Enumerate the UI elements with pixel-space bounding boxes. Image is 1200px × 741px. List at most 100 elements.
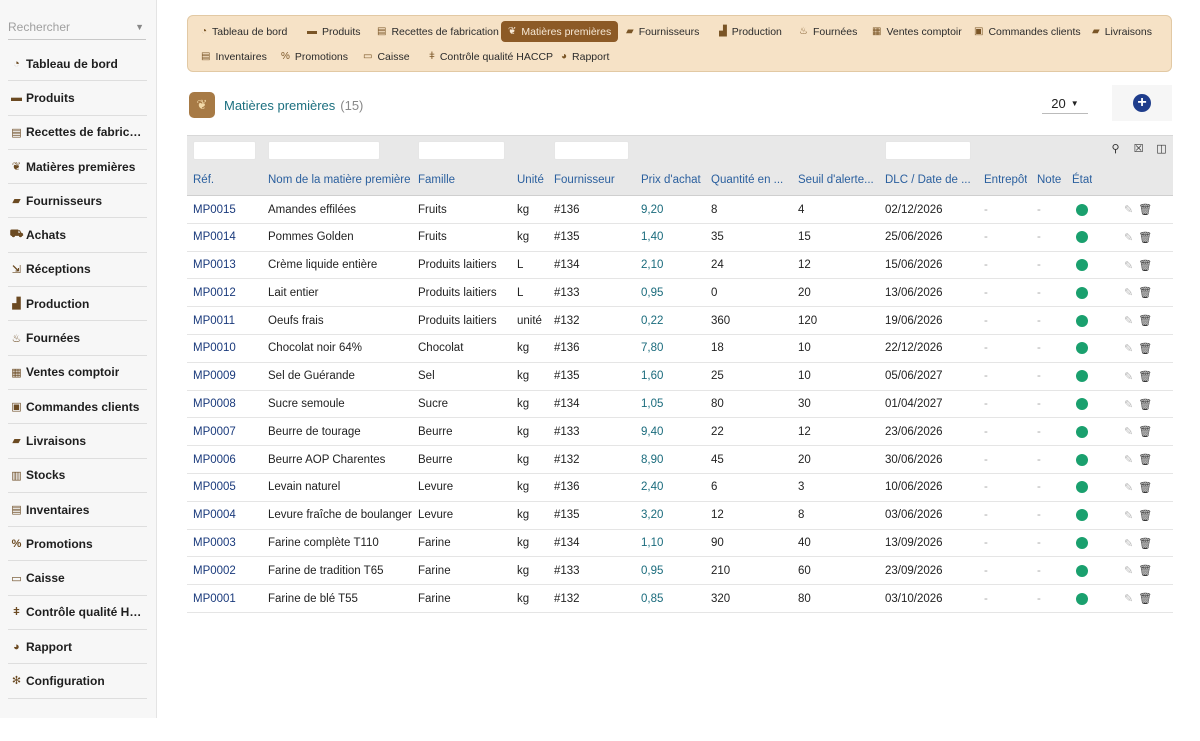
cell-purchase-price[interactable]: 0,95 (641, 279, 663, 306)
table-row[interactable]: MP0007 Beurre de tourage Beurre kg #133 9,40 2… (187, 418, 1173, 447)
tab-clipboard[interactable]: ▣ Commandes clients (967, 21, 1088, 42)
tab-seedling[interactable]: ❦ Matières premières (501, 21, 619, 42)
tab-clipboard-list[interactable]: ▤ Inventaires (194, 46, 274, 67)
cell-ref-link[interactable]: MP0003 (193, 530, 236, 557)
chevron-down-icon[interactable]: ▼ (135, 22, 144, 32)
filter-input-3[interactable] (554, 141, 629, 160)
filter-input-2[interactable] (418, 141, 505, 160)
trash-icon[interactable]: 🗑 (1138, 425, 1152, 438)
trash-icon[interactable]: 🗑 (1138, 509, 1152, 522)
edit-icon[interactable]: ✎ (1124, 203, 1133, 216)
trash-icon[interactable]: 🗑 (1138, 537, 1152, 550)
column-header[interactable]: Famille (418, 164, 455, 196)
trash-icon[interactable]: 🗑 (1138, 231, 1152, 244)
search-box[interactable]: ▼ (8, 14, 146, 40)
sidebar-item-fire[interactable]: ♨ Fournées (8, 321, 147, 356)
cell-ref-link[interactable]: MP0005 (193, 474, 236, 501)
trash-icon[interactable]: 🗑 (1138, 370, 1152, 383)
tab-thermometer[interactable]: ǂ Contrôle qualité HACCP (422, 46, 560, 67)
add-button[interactable]: + (1112, 85, 1172, 121)
edit-icon[interactable]: ✎ (1124, 564, 1133, 577)
sidebar-item-cart[interactable]: ⛟ Achats (8, 218, 147, 253)
sidebar-item-money[interactable]: ▭ Caisse (8, 561, 147, 596)
tab-percent[interactable]: % Promotions (274, 46, 355, 67)
column-header[interactable]: Nom de la matière première (268, 164, 411, 196)
tab-truck[interactable]: ▰ Fournisseurs (619, 21, 706, 42)
sidebar-item-cash-register[interactable]: ▦ Ventes comptoir (8, 356, 147, 390)
trash-icon[interactable]: 🗑 (1138, 481, 1152, 494)
table-row[interactable]: MP0003 Farine complète T110 Farine kg #134 1,… (187, 530, 1173, 558)
column-header[interactable]: Note (1037, 164, 1061, 196)
cell-purchase-price[interactable]: 1,10 (641, 530, 663, 557)
cell-ref-link[interactable]: MP0001 (193, 585, 236, 612)
sidebar-item-pie-chart[interactable]: ◕ Rapport (8, 630, 147, 665)
cell-purchase-price[interactable]: 1,05 (641, 391, 663, 418)
edit-icon[interactable]: ✎ (1124, 342, 1133, 355)
cell-ref-link[interactable]: MP0013 (193, 252, 236, 279)
tab-cash-register[interactable]: ▦ Ventes comptoir (865, 21, 969, 42)
edit-icon[interactable]: ✎ (1124, 286, 1133, 299)
cell-purchase-price[interactable]: 0,22 (641, 307, 663, 334)
cell-ref-link[interactable]: MP0008 (193, 391, 236, 418)
trash-icon[interactable]: 🗑 (1138, 453, 1152, 466)
search-input[interactable] (8, 19, 118, 34)
column-header[interactable]: État (1072, 164, 1092, 196)
trash-icon[interactable]: 🗑 (1138, 314, 1152, 327)
cell-ref-link[interactable]: MP0011 (193, 307, 235, 334)
cell-ref-link[interactable]: MP0002 (193, 557, 236, 584)
cell-ref-link[interactable]: MP0004 (193, 502, 236, 529)
cell-ref-link[interactable]: MP0014 (193, 224, 236, 251)
cell-ref-link[interactable]: MP0015 (193, 196, 236, 223)
edit-icon[interactable]: ✎ (1124, 509, 1133, 522)
table-row[interactable]: MP0009 Sel de Guérande Sel kg #135 1,60 25 10 05… (187, 363, 1173, 391)
cell-purchase-price[interactable]: 3,20 (641, 502, 663, 529)
table-row[interactable]: MP0006 Beurre AOP Charentes Beurre kg #132 8,… (187, 446, 1173, 474)
tab-fire[interactable]: ♨ Fournées (792, 21, 864, 42)
sidebar-item-industry[interactable]: ▟ Production (8, 287, 147, 322)
tab-money[interactable]: ▭ Caisse (356, 46, 417, 67)
sidebar-item-shipping[interactable]: ▰ Livraisons (8, 424, 147, 459)
trash-icon[interactable]: 🗑 (1138, 342, 1152, 355)
filter-input-4[interactable] (885, 141, 971, 160)
table-row[interactable]: MP0012 Lait entier Produits laitiers L #133 0… (187, 279, 1173, 308)
sidebar-item-gear[interactable]: ✻ Configuration (8, 664, 147, 699)
cell-purchase-price[interactable]: 1,60 (641, 363, 663, 390)
page-size-select[interactable]: 20 ▼ (1042, 93, 1088, 114)
column-header[interactable]: Fournisseur (554, 164, 615, 196)
tab-gauge[interactable]: ◔ Tableau de bord (194, 21, 294, 42)
tab-book[interactable]: ▤ Recettes de fabrication (370, 21, 506, 42)
edit-icon[interactable]: ✎ (1124, 592, 1133, 605)
cell-purchase-price[interactable]: 1,40 (641, 224, 663, 251)
table-row[interactable]: MP0004 Levure fraîche de boulanger Levure k… (187, 502, 1173, 530)
sidebar-item-truck[interactable]: ▰ Fournisseurs (8, 184, 147, 219)
cell-ref-link[interactable]: MP0012 (193, 279, 236, 306)
tab-bread[interactable]: ▬ Produits (300, 21, 368, 42)
cell-ref-link[interactable]: MP0009 (193, 363, 236, 390)
column-header[interactable]: Réf. (193, 164, 214, 196)
trash-icon[interactable]: 🗑 (1138, 286, 1152, 299)
trash-icon[interactable]: 🗑 (1138, 564, 1152, 577)
sidebar-item-bread[interactable]: ▬ Produits (8, 81, 147, 116)
sidebar-item-gauge[interactable]: ◔ Tableau de bord (8, 47, 147, 82)
table-row[interactable]: MP0013 Crème liquide entière Produits lait… (187, 252, 1173, 280)
sidebar-item-dolly[interactable]: ⇲ Réceptions (8, 253, 147, 288)
column-header[interactable]: Seuil d'alerte... (798, 164, 874, 196)
trash-icon[interactable]: 🗑 (1138, 592, 1152, 605)
sidebar-item-book[interactable]: ▤ Recettes de fabrication (8, 116, 147, 150)
column-header[interactable]: Entrepôt (984, 164, 1027, 196)
clear-filter-icon[interactable]: ☒ (1127, 142, 1150, 155)
edit-icon[interactable]: ✎ (1124, 481, 1133, 494)
table-row[interactable]: MP0010 Chocolat noir 64% Chocolat kg #136 7,8… (187, 335, 1173, 363)
cell-purchase-price[interactable]: 7,80 (641, 335, 663, 362)
tab-industry[interactable]: ▟ Production (712, 21, 789, 42)
column-header[interactable]: Quantité en ... (711, 164, 783, 196)
trash-icon[interactable]: 🗑 (1138, 398, 1152, 411)
sidebar-item-warehouse[interactable]: ▥ Stocks (8, 459, 147, 493)
cell-purchase-price[interactable]: 8,90 (641, 446, 663, 473)
edit-icon[interactable]: ✎ (1124, 314, 1133, 327)
edit-icon[interactable]: ✎ (1124, 259, 1133, 272)
cell-ref-link[interactable]: MP0010 (193, 335, 236, 362)
column-header[interactable]: DLC / Date de ... (885, 164, 971, 196)
tab-pie-chart[interactable]: ◕ Rapport (554, 46, 616, 67)
cell-purchase-price[interactable]: 0,95 (641, 557, 663, 584)
